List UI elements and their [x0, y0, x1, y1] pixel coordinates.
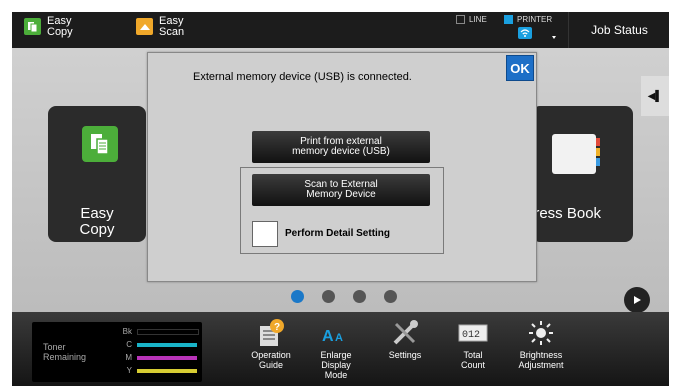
settings-button[interactable]: Settings	[375, 316, 435, 360]
brightness-icon	[511, 316, 571, 350]
printer-label: PRINTER	[517, 15, 553, 24]
easy-copy-icon	[24, 18, 41, 35]
side-panel-toggle[interactable]: ◀▌	[641, 76, 669, 116]
svg-text:A: A	[322, 328, 334, 345]
caret-down-icon	[552, 36, 556, 39]
usb-connected-dialog: External memory device (USB) is connecte…	[147, 52, 537, 282]
printer-indicator-icon	[504, 15, 513, 24]
enlarge-display-label: Enlarge Display Mode	[320, 350, 352, 380]
page-dot-1[interactable]	[291, 290, 304, 303]
page-dot-2[interactable]	[322, 290, 335, 303]
address-book-icon	[552, 134, 600, 174]
svg-text:012: 012	[462, 330, 480, 341]
printer-status: PRINTER	[504, 15, 552, 24]
settings-icon	[375, 316, 435, 350]
easy-copy-shortcut[interactable]: Easy Copy	[24, 16, 73, 38]
enlarge-display-icon: AA	[306, 316, 366, 350]
address-book-tile-label: dress Book	[526, 205, 602, 222]
toner-row-y: Y	[116, 366, 197, 375]
top-bar: Easy Copy Easy Scan LINE PRINTER Job Sta…	[12, 12, 669, 48]
easy-scan-shortcut[interactable]: Easy Scan	[136, 16, 184, 38]
enlarge-display-button[interactable]: AA Enlarge Display Mode	[306, 316, 366, 380]
play-icon	[634, 296, 641, 304]
toner-letter-c: C	[126, 340, 132, 349]
easy-scan-icon	[136, 18, 153, 35]
settings-label: Settings	[388, 350, 422, 360]
svg-text:?: ?	[274, 322, 280, 333]
detail-setting-label: Perform Detail Setting	[285, 228, 391, 239]
line-indicator-icon	[456, 15, 465, 24]
page-dot-3[interactable]	[353, 290, 366, 303]
ok-button[interactable]: OK	[506, 55, 534, 81]
print-from-usb-button[interactable]: Print from external memory device (USB)	[252, 131, 430, 163]
total-count-label: Total Count	[460, 350, 486, 370]
toner-row-m: M	[116, 353, 197, 362]
total-count-button[interactable]: 012 Total Count	[443, 316, 503, 370]
toner-bar-c	[137, 342, 197, 347]
toner-row-c: C	[116, 340, 197, 349]
toner-letter-bk: Bk	[122, 327, 132, 336]
total-count-icon: 012	[443, 316, 503, 350]
toner-letter-y: Y	[126, 366, 132, 375]
address-book-tile[interactable]: dress Book	[526, 106, 633, 242]
screen: Easy Copy Easy Scan LINE PRINTER Job Sta…	[12, 12, 669, 386]
easy-copy-tile-label: Easy Copy	[79, 205, 115, 238]
toner-title: Toner Remaining	[43, 342, 87, 362]
brightness-adjustment-label: Brightness Adjustment	[518, 350, 564, 370]
bottom-bar: Toner Remaining Bk C M Y ? Operation Gui…	[12, 312, 669, 386]
line-status: LINE	[456, 15, 487, 24]
operation-guide-icon: ?	[241, 316, 301, 350]
job-status-button[interactable]: Job Status	[568, 12, 669, 48]
toner-remaining-panel: Toner Remaining Bk C M Y	[32, 322, 202, 382]
svg-text:A: A	[335, 332, 343, 344]
next-page-button[interactable]	[624, 287, 650, 313]
easy-scan-label: Easy Scan	[159, 15, 185, 38]
toner-bar-m	[137, 355, 197, 360]
toner-row-bk: Bk	[116, 327, 199, 336]
operation-guide-label: Operation Guide	[251, 350, 291, 370]
collapse-left-icon: ◀▌	[647, 90, 663, 102]
operation-guide-button[interactable]: ? Operation Guide	[241, 316, 301, 370]
toner-bar-y	[137, 368, 197, 373]
wifi-icon[interactable]	[518, 27, 532, 39]
detail-setting-checkbox[interactable]	[252, 221, 278, 247]
easy-copy-label: Easy Copy	[47, 15, 73, 38]
page-dot-4[interactable]	[384, 290, 397, 303]
scan-to-usb-button[interactable]: Scan to External Memory Device	[252, 174, 430, 206]
toner-bar-bk	[137, 328, 199, 335]
line-label: LINE	[469, 15, 487, 24]
dialog-message: External memory device (USB) is connecte…	[193, 71, 412, 83]
toner-letter-m: M	[125, 353, 132, 362]
page-indicator	[291, 290, 397, 303]
brightness-adjustment-button[interactable]: Brightness Adjustment	[511, 316, 571, 370]
easy-copy-tile[interactable]: Easy Copy	[48, 106, 146, 242]
copy-tile-icon	[82, 126, 118, 162]
